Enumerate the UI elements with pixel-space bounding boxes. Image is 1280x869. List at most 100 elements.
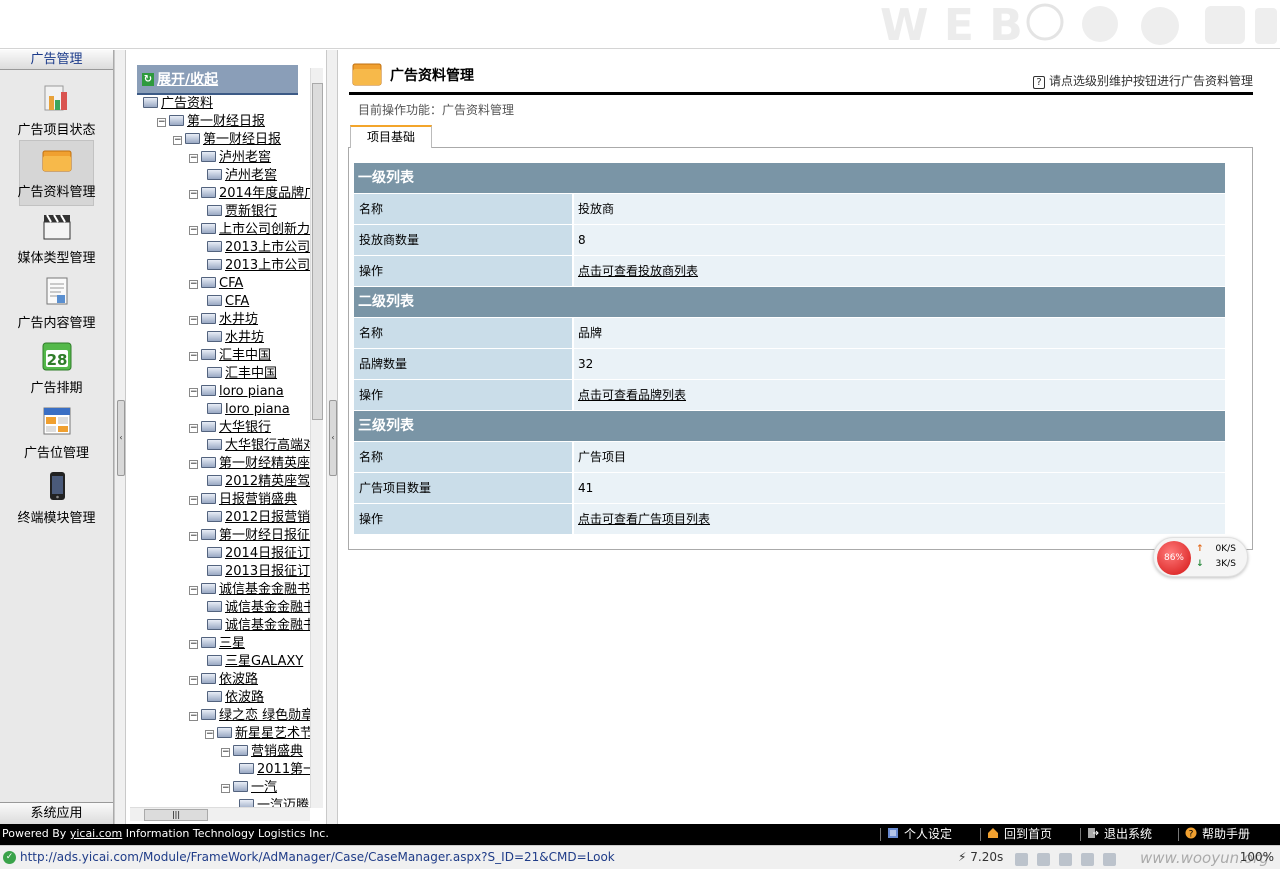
collapse-left-handle[interactable]: ‹ — [117, 400, 125, 476]
tree-node[interactable]: 依波路 — [207, 689, 264, 707]
tree-node-label[interactable]: loro piana — [225, 402, 290, 417]
edit-icon[interactable] — [1015, 853, 1028, 866]
tree-node-label[interactable]: 广告资料 — [161, 96, 213, 111]
tree-node-label[interactable]: 绿之恋 绿色勋章奖 — [219, 708, 311, 723]
tree-node-label[interactable]: 大华银行高端对 — [225, 438, 311, 453]
download-icon[interactable] — [1059, 853, 1072, 866]
tree-node[interactable]: 2013上市公司创 — [207, 257, 311, 275]
tree-node-label[interactable]: 诚信基金金融书籍 — [219, 582, 311, 597]
scroll-thumb[interactable] — [312, 83, 323, 420]
tree-node[interactable]: − 新星星艺术节 — [205, 725, 311, 743]
network-speed-widget[interactable]: 86% ↑ 0K/S ↓ 3K/S — [1153, 537, 1248, 577]
collapse-toggle-icon[interactable]: − — [189, 388, 198, 397]
tree-node-label[interactable]: 日报营销盛典 — [219, 492, 297, 507]
left-splitter[interactable]: ‹ — [114, 50, 126, 824]
tree-node-label[interactable]: 第一财经日报 — [187, 114, 265, 129]
collapse-toggle-icon[interactable]: − — [189, 424, 198, 433]
tree-node[interactable]: loro piana — [207, 401, 290, 419]
view-list-link[interactable]: 点击可查看品牌列表 — [578, 388, 686, 402]
tree-node[interactable]: 汇丰中国 — [207, 365, 277, 383]
tree-node-label[interactable]: 依波路 — [219, 672, 258, 687]
tree-node[interactable]: CFA — [207, 293, 249, 311]
tree-vertical-scrollbar[interactable] — [310, 68, 323, 808]
logout-button[interactable]: 退出系统 — [1087, 824, 1152, 845]
tree-node-label[interactable]: 2013上市公司创 — [225, 258, 311, 273]
tree-node-label[interactable]: 汇丰中国 — [225, 366, 277, 381]
tree-node[interactable]: − 第一财经日报征订 — [189, 527, 311, 545]
tree-horizontal-scrollbar[interactable]: ||| — [130, 807, 310, 821]
tree-node-label[interactable]: 新星星艺术节 — [235, 726, 311, 741]
collapse-toggle-icon[interactable]: − — [189, 280, 198, 289]
volume-icon[interactable] — [1081, 853, 1094, 866]
view-list-link[interactable]: 点击可查看广告项目列表 — [578, 512, 710, 526]
tree-node[interactable]: − 三星 — [189, 635, 245, 653]
tree-node[interactable]: − 绿之恋 绿色勋章奖 — [189, 707, 311, 725]
collapse-toggle-icon[interactable]: − — [189, 712, 198, 721]
tree-node[interactable]: 三星GALAXY — [207, 653, 303, 671]
tree-node[interactable]: − 汇丰中国 — [189, 347, 271, 365]
tree-node[interactable]: 一汽迈腾 — [239, 797, 309, 807]
tree-node[interactable]: − 泸州老窖 — [189, 149, 271, 167]
nav-item-ad-content[interactable]: 广告内容管理 — [0, 271, 113, 335]
home-button[interactable]: 回到首页 — [987, 824, 1052, 845]
tree-node-label[interactable]: 2013日报征订 — [225, 564, 310, 579]
tree-node[interactable]: 2012日报营销 — [207, 509, 310, 527]
tree-node[interactable]: − 2014年度品牌广告 — [189, 185, 311, 203]
tree-node-label[interactable]: 泸州老窖 — [219, 150, 271, 165]
tree-node[interactable]: 泸州老窖 — [207, 167, 277, 185]
tree-splitter[interactable]: ‹ — [326, 50, 338, 824]
tree-node-label[interactable]: 依波路 — [225, 690, 264, 705]
tree-node[interactable]: − 第一财经日报 — [173, 131, 281, 149]
collapse-toggle-icon[interactable]: − — [189, 640, 198, 649]
collapse-toggle-icon[interactable]: − — [189, 154, 198, 163]
tree-node[interactable]: 2011第一 — [239, 761, 311, 779]
tab-project-basic[interactable]: 项目基础 — [350, 125, 432, 148]
tree-node[interactable]: − loro piana — [189, 383, 284, 401]
tree-node[interactable]: − 第一财经精英座驾 — [189, 455, 311, 473]
view-list-link[interactable]: 点击可查看投放商列表 — [578, 264, 698, 278]
tree-node-label[interactable]: 诚信基金金融书 — [225, 618, 311, 633]
tree-node-label[interactable]: 诚信基金金融书 — [225, 600, 311, 615]
collapse-toggle-icon[interactable]: − — [189, 226, 198, 235]
tree-expand-collapse[interactable]: ↻ 展开/收起 — [137, 65, 298, 95]
tree-node[interactable]: − 营销盛典 — [221, 743, 303, 761]
nav-item-ad-schedule[interactable]: 28 广告排期 — [0, 336, 113, 400]
tree-node-label[interactable]: 贾新银行 — [225, 204, 277, 219]
nav-item-ad-materials[interactable]: 广告资料管理 — [0, 140, 113, 206]
collapse-toggle-icon[interactable]: − — [189, 586, 198, 595]
tree-node[interactable]: − CFA — [189, 275, 243, 293]
tree-node[interactable]: 水井坊 — [207, 329, 264, 347]
tree-node[interactable]: − 一汽 — [221, 779, 277, 797]
collapse-toggle-icon[interactable]: − — [157, 118, 166, 127]
collapse-toggle-icon[interactable]: − — [173, 136, 182, 145]
tree-node[interactable]: 2012精英座驾 — [207, 473, 310, 491]
nav-footer-system-apps[interactable]: 系统应用 — [0, 802, 113, 824]
printer-icon[interactable] — [1103, 853, 1116, 866]
collapse-toggle-icon[interactable]: − — [189, 352, 198, 361]
tree-node[interactable]: − 第一财经日报 — [157, 113, 265, 131]
personal-settings-button[interactable]: 个人设定 — [887, 824, 952, 845]
zoom-level[interactable]: 100% — [1240, 846, 1274, 869]
help-manual-button[interactable]: ? 帮助手册 — [1185, 824, 1250, 845]
collapse-toggle-icon[interactable]: − — [189, 496, 198, 505]
nav-item-ad-status[interactable]: 广告项目状态 — [0, 78, 113, 142]
tree-node-label[interactable]: 大华银行 — [219, 420, 271, 435]
tree-node-label[interactable]: 第一财经日报 — [203, 132, 281, 147]
tree-node-label[interactable]: 三星GALAXY — [225, 654, 303, 669]
tree-node[interactable]: 2013日报征订 — [207, 563, 310, 581]
tree-node-label[interactable]: 泸州老窖 — [225, 168, 277, 183]
tree-node[interactable]: 2014日报征订 — [207, 545, 310, 563]
tree-node-label[interactable]: 营销盛典 — [251, 744, 303, 759]
tree-node-label[interactable]: 2013上市公司创 — [225, 240, 311, 255]
tree-node[interactable]: − 水井坊 — [189, 311, 258, 329]
tree-node-label[interactable]: 水井坊 — [225, 330, 264, 345]
collapse-toggle-icon[interactable]: − — [205, 730, 214, 739]
tree-node-label[interactable]: 三星 — [219, 636, 245, 651]
tree-node-label[interactable]: loro piana — [219, 384, 284, 399]
tree-node-label[interactable]: CFA — [219, 276, 243, 291]
tree-node[interactable]: − 上市公司创新力 — [189, 221, 310, 239]
collapse-toggle-icon[interactable]: − — [189, 190, 198, 199]
tree-node-label[interactable]: 2011第一 — [257, 762, 311, 777]
tree-node-label[interactable]: 一汽 — [251, 780, 277, 795]
tree-node-label[interactable]: 上市公司创新力 — [219, 222, 310, 237]
